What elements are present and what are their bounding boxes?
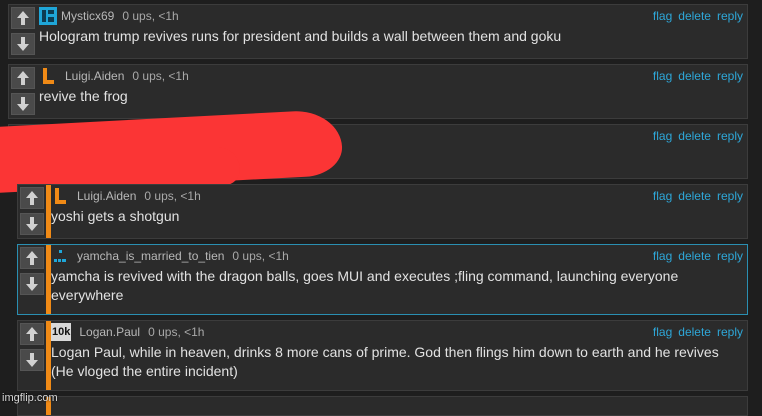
vote-controls — [18, 245, 46, 314]
upvote-button[interactable] — [11, 7, 35, 29]
avatar[interactable] — [51, 247, 69, 265]
arrow-up-icon — [17, 71, 29, 85]
avatar[interactable] — [51, 187, 69, 205]
avatar[interactable]: 10k — [51, 323, 72, 341]
flag-link[interactable]: flag — [653, 189, 672, 203]
comment-meta: 0 ups, <1h — [122, 9, 179, 23]
comment: Luigi.Aiden 0 ups, <1h flag delete reply… — [17, 184, 748, 239]
arrow-up-icon — [17, 11, 29, 25]
upvote-button[interactable] — [20, 323, 44, 345]
delete-link[interactable]: delete — [678, 69, 711, 83]
arrow-down-icon — [26, 277, 38, 291]
arrow-down-icon — [17, 97, 29, 111]
upvote-button[interactable] — [11, 67, 35, 89]
arrow-down-icon — [26, 353, 38, 367]
redaction-scribble — [0, 147, 240, 185]
watermark: imgflip.com — [2, 392, 58, 404]
comment-text: Hologram trump revives runs for presiden… — [39, 28, 562, 44]
delete-link[interactable]: delete — [678, 9, 711, 23]
username-link[interactable]: Luigi.Aiden — [65, 69, 124, 83]
reply-link[interactable]: reply — [717, 129, 743, 143]
username-link[interactable]: yamcha_is_married_to_tien — [77, 249, 224, 263]
username-link[interactable]: Logan.Paul — [79, 325, 140, 339]
reply-link[interactable]: reply — [717, 189, 743, 203]
comment-meta: 0 ups, <1h — [148, 325, 205, 339]
reply-link[interactable]: reply — [717, 69, 743, 83]
upvote-button[interactable] — [20, 187, 44, 209]
comment-text: yoshi gets a shotgun — [51, 208, 180, 224]
delete-link[interactable]: delete — [678, 189, 711, 203]
comment-meta: 0 ups, <1h — [144, 189, 201, 203]
downvote-button[interactable] — [11, 33, 35, 55]
comment-meta: 0 ups, <1h — [132, 69, 189, 83]
vote-controls — [18, 185, 46, 238]
avatar[interactable] — [39, 7, 57, 25]
downvote-button[interactable] — [20, 349, 44, 371]
arrow-up-icon — [26, 327, 38, 341]
downvote-button[interactable] — [20, 213, 44, 235]
reply-link[interactable]: reply — [717, 249, 743, 263]
flag-link[interactable]: flag — [653, 325, 672, 339]
downvote-button[interactable] — [20, 273, 44, 295]
user-avatar-icon — [39, 7, 57, 25]
flag-link[interactable]: flag — [653, 69, 672, 83]
username-link[interactable]: Luigi.Aiden — [77, 189, 136, 203]
comment: 10k Logan.Paul 0 ups, <1h flag delete re… — [17, 320, 748, 391]
upvote-button[interactable] — [20, 247, 44, 269]
vote-controls — [9, 65, 37, 118]
user-avatar-icon — [43, 68, 54, 84]
comment-text: Logan Paul, while in heaven, drinks 8 mo… — [51, 344, 719, 379]
user-avatar-icon — [55, 188, 66, 204]
reply-link[interactable]: reply — [717, 9, 743, 23]
delete-link[interactable]: delete — [678, 249, 711, 263]
vote-controls — [18, 321, 46, 390]
delete-link[interactable]: delete — [678, 325, 711, 339]
arrow-up-icon — [26, 251, 38, 265]
user-avatar-icon — [54, 250, 66, 262]
comment-partial — [17, 396, 748, 416]
arrow-down-icon — [26, 217, 38, 231]
comment: Luigi.Aiden 0 ups, <1h flag delete reply… — [8, 64, 748, 119]
flag-link[interactable]: flag — [653, 249, 672, 263]
comment-text: yamcha is revived with the dragon balls,… — [51, 268, 679, 303]
comment: yamcha_is_married_to_tien 0 ups, <1h fla… — [17, 244, 748, 315]
username-link[interactable]: Mysticx69 — [61, 9, 114, 23]
avatar[interactable] — [39, 67, 57, 85]
vote-controls — [9, 5, 37, 58]
avatar-badge-text: 10k — [52, 326, 71, 338]
reply-link[interactable]: reply — [717, 325, 743, 339]
flag-link[interactable]: flag — [653, 129, 672, 143]
comment: Mysticx69 0 ups, <1h flag delete reply H… — [8, 4, 748, 59]
comment-meta: 0 ups, <1h — [232, 249, 289, 263]
downvote-button[interactable] — [11, 93, 35, 115]
arrow-down-icon — [17, 37, 29, 51]
arrow-up-icon — [26, 191, 38, 205]
delete-link[interactable]: delete — [678, 129, 711, 143]
comment-text: revive the frog — [39, 88, 128, 104]
flag-link[interactable]: flag — [653, 9, 672, 23]
